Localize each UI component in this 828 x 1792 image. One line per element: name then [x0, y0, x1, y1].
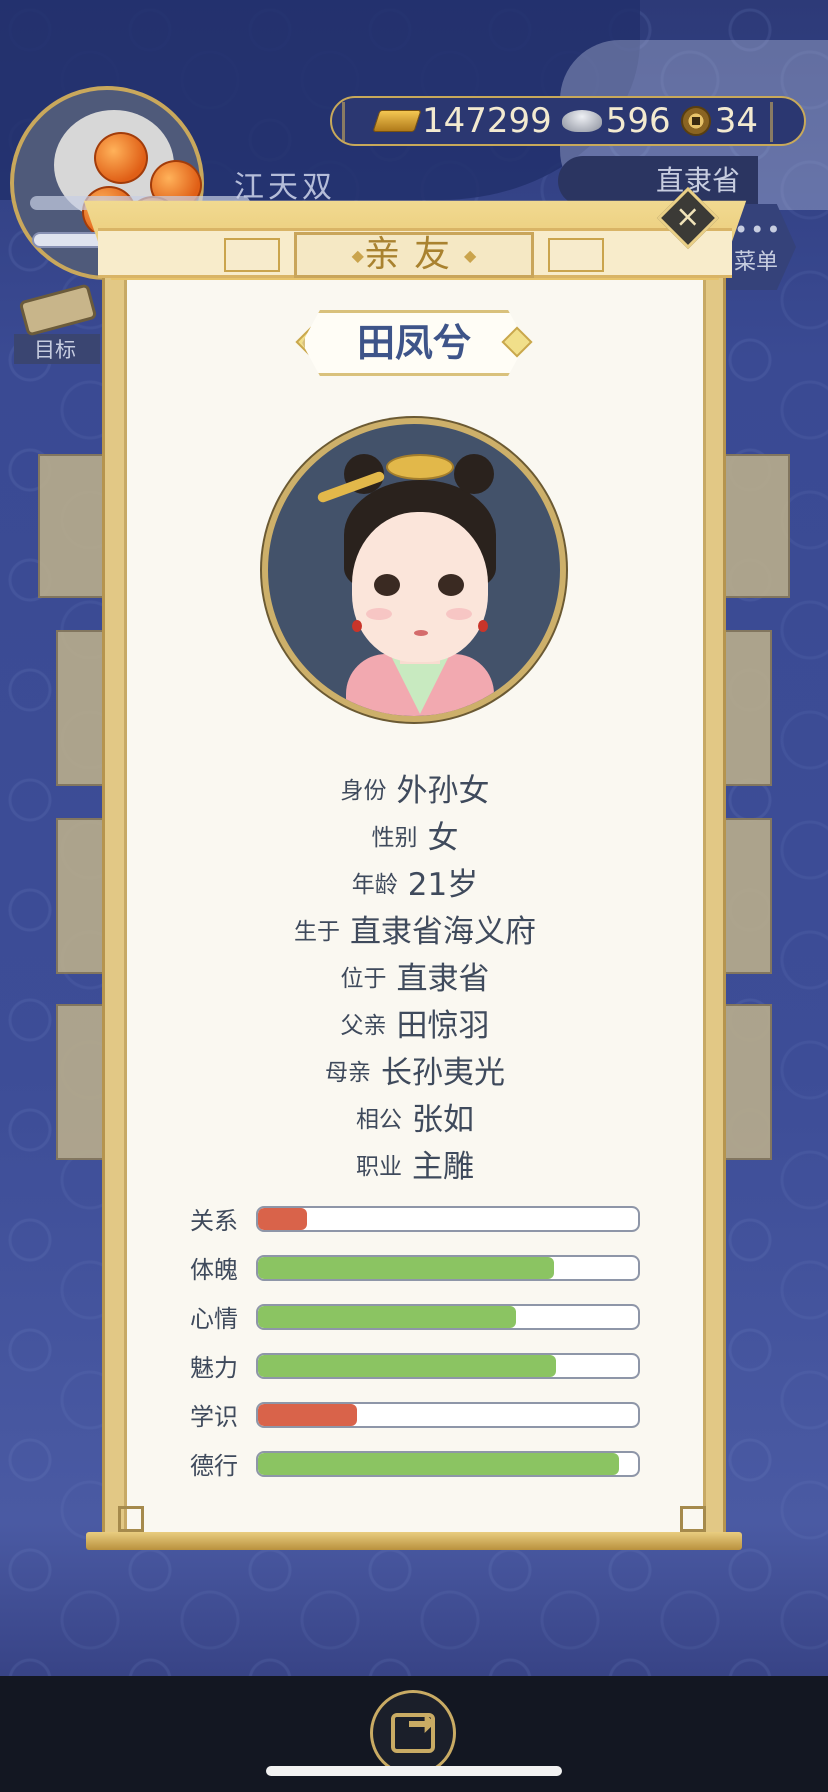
- close-icon: ×: [675, 199, 701, 235]
- diamond-ornament-icon: ◆: [351, 246, 364, 265]
- info-row-location: 位于 直隶省: [124, 952, 706, 999]
- info-value: 21岁: [407, 867, 479, 903]
- gold-currency: 147299: [372, 101, 552, 141]
- scroll-icon: [18, 283, 98, 337]
- info-value: 女: [427, 820, 459, 856]
- info-row-father: 父亲 田惊羽: [124, 999, 706, 1046]
- portrait-eye: [374, 574, 400, 596]
- portrait-lips: [414, 630, 428, 636]
- info-row-gender: 性别 女: [124, 811, 706, 858]
- silver-currency: 596: [561, 101, 671, 141]
- currency-bar: 147299 596 34: [330, 96, 806, 146]
- info-row-identity: 身份 外孙女: [124, 764, 706, 811]
- modal-title: ◆亲友◆: [294, 232, 534, 278]
- corner-ornament: [680, 1506, 706, 1532]
- info-label: 父亲: [340, 1012, 387, 1039]
- info-label: 生于: [294, 918, 340, 945]
- stat-bar: [256, 1352, 640, 1379]
- portrait-earring: [352, 620, 362, 632]
- persimmon-icon: [94, 132, 148, 184]
- copper-coin-icon: [680, 106, 711, 136]
- info-label: 相公: [356, 1106, 402, 1133]
- stat-row-virtue: 德行: [190, 1439, 640, 1488]
- info-value: 田惊羽: [396, 1008, 490, 1044]
- stat-bar: [256, 1205, 640, 1232]
- info-row-mother: 母亲 长孙夷光: [124, 1046, 706, 1093]
- stat-fill: [258, 1305, 517, 1328]
- portrait-face: [352, 512, 488, 662]
- info-value: 长孙夷光: [381, 1055, 505, 1091]
- stat-row-relationship: 关系: [190, 1194, 640, 1243]
- relative-stats: 关系 体魄 心情 魅力 学识 德行: [190, 1194, 640, 1488]
- relative-info-list: 身份 外孙女 性别 女 年龄 21岁 生于 直隶省海义府 位于 直隶省 父亲 田…: [124, 764, 706, 1187]
- info-value: 张如: [412, 1102, 474, 1138]
- info-value: 主雕: [412, 1149, 474, 1185]
- stat-row-knowledge: 学识: [190, 1390, 640, 1439]
- background-card: [38, 454, 112, 598]
- info-row-age: 年龄 21岁: [124, 858, 706, 905]
- stat-fill: [258, 1403, 357, 1426]
- portrait-eye: [438, 574, 464, 596]
- background-card: [716, 454, 790, 598]
- goal-label: 目标: [14, 334, 100, 364]
- info-label: 位于: [340, 965, 387, 992]
- stat-row-physique: 体魄: [190, 1243, 640, 1292]
- relative-name: 田凤兮: [302, 310, 526, 376]
- corner-ornament: [118, 1506, 144, 1532]
- home-indicator: [266, 1766, 562, 1776]
- info-label: 性别: [371, 824, 418, 851]
- info-value: 直隶省: [396, 961, 490, 997]
- stat-bar: [256, 1401, 640, 1428]
- silver-amount: 596: [605, 101, 671, 141]
- stat-label: 魅力: [190, 1354, 238, 1382]
- silver-ingot-icon: [561, 110, 602, 132]
- modal-bottom-rod: [86, 1532, 742, 1550]
- stat-row-mood: 心情: [190, 1292, 640, 1341]
- bamboo-decoration-icon: [770, 102, 794, 142]
- header-ornament: [224, 238, 280, 272]
- stat-fill: [258, 1354, 557, 1377]
- stat-fill: [258, 1207, 308, 1230]
- stat-label: 关系: [190, 1207, 238, 1235]
- goal-button[interactable]: 目标: [14, 283, 100, 364]
- portrait-blush: [366, 608, 392, 620]
- gold-bar-icon: [372, 110, 422, 132]
- portrait-earring: [478, 620, 488, 632]
- location-tag[interactable]: 直隶省: [558, 156, 758, 206]
- stat-bar: [256, 1254, 640, 1281]
- stat-row-charm: 魅力: [190, 1341, 640, 1390]
- info-row-birthplace: 生于 直隶省海义府: [124, 905, 706, 952]
- stat-label: 学识: [190, 1403, 238, 1431]
- relative-portrait: [262, 418, 566, 722]
- coin-amount: 34: [714, 101, 758, 141]
- info-row-husband: 相公 张如: [124, 1093, 706, 1140]
- info-value: 外孙女: [396, 773, 490, 809]
- info-label: 身份: [340, 777, 387, 804]
- info-label: 母亲: [325, 1059, 371, 1086]
- share-icon: [391, 1713, 435, 1753]
- portrait-hair-bun: [454, 454, 494, 494]
- bamboo-decoration-icon: [342, 102, 366, 142]
- stat-fill: [258, 1452, 619, 1475]
- stat-label: 体魄: [190, 1256, 238, 1284]
- stat-label: 德行: [190, 1452, 238, 1480]
- header-ornament: [548, 238, 604, 272]
- stat-bar: [256, 1450, 640, 1477]
- stat-label: 心情: [190, 1305, 238, 1333]
- gold-amount: 147299: [422, 101, 552, 141]
- info-value: 直隶省海义府: [350, 914, 536, 950]
- modal-title-text: 亲友: [363, 234, 464, 275]
- info-row-occupation: 职业 主雕: [124, 1140, 706, 1187]
- stat-fill: [258, 1256, 555, 1279]
- coin-currency: 34: [680, 101, 758, 141]
- portrait-hair-ornament: [386, 454, 454, 480]
- share-button[interactable]: [370, 1690, 456, 1776]
- info-label: 年龄: [351, 871, 398, 898]
- portrait-blush: [446, 608, 472, 620]
- info-label: 职业: [356, 1153, 402, 1180]
- diamond-ornament-icon: ◆: [464, 246, 477, 265]
- stat-bar: [256, 1303, 640, 1330]
